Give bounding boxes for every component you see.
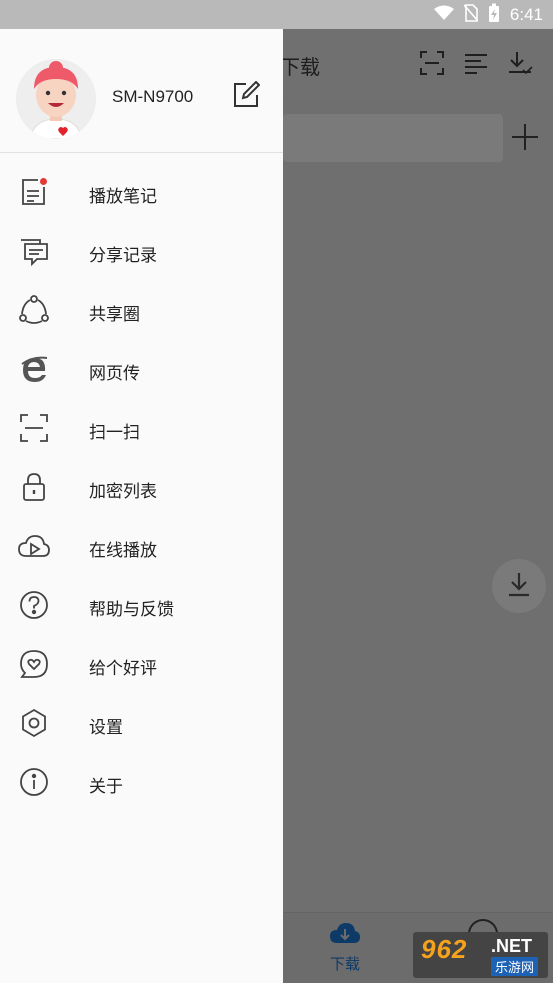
- drawer-header: SM-N9700: [0, 29, 283, 153]
- status-time: 6:41: [509, 5, 543, 24]
- menu-item-label: 给个好评: [89, 659, 157, 679]
- chat-icon: [18, 235, 50, 267]
- cloud-play-icon: [18, 530, 50, 562]
- menu-item-label: 分享记录: [89, 246, 157, 266]
- menu-item-share-history[interactable]: 分享记录: [0, 222, 283, 281]
- lock-icon: [18, 471, 50, 503]
- download-fab[interactable]: [492, 559, 546, 613]
- menu-item-label: 网页传: [89, 364, 140, 384]
- download-icon: [506, 571, 532, 601]
- edit-icon: [232, 80, 261, 113]
- help-icon: [18, 589, 50, 621]
- menu-item-about[interactable]: 关于: [0, 753, 283, 812]
- menu-item-web-transfer[interactable]: 网页传: [0, 340, 283, 399]
- note-icon: [18, 176, 50, 208]
- menu-item-share-circle[interactable]: 共享圈: [0, 281, 283, 340]
- toolbar-title: 下载: [280, 55, 320, 79]
- watermark-brand: 962: [421, 934, 468, 964]
- share-circle-icon: [18, 294, 50, 326]
- menu-item-label: 帮助与反馈: [89, 600, 174, 620]
- drawer-menu: 播放笔记 分享记录 共享圈 网页传 扫一扫 加密列表 在线播放 帮助与反馈 给个…: [0, 163, 283, 812]
- menu-item-label: 关于: [89, 777, 123, 797]
- settings-icon: [18, 707, 50, 739]
- cloud-download-icon: [329, 923, 361, 951]
- nav-download[interactable]: 下载: [320, 921, 370, 974]
- menu-item-label: 播放笔记: [89, 187, 157, 207]
- menu-item-rate-us[interactable]: 给个好评: [0, 635, 283, 694]
- device-name: SM-N9700: [112, 87, 194, 106]
- menu-item-label: 扫一扫: [89, 423, 140, 443]
- watermark-net: .NET: [491, 936, 533, 956]
- status-bar: 6:41: [0, 0, 553, 29]
- menu-item-online-play[interactable]: 在线播放: [0, 517, 283, 576]
- edit-profile-button[interactable]: [230, 80, 262, 113]
- watermark-sub: 乐游网: [491, 957, 539, 976]
- menu-item-play-notes[interactable]: 播放笔记: [0, 163, 283, 222]
- menu-item-settings[interactable]: 设置: [0, 694, 283, 753]
- menu-item-label: 共享圈: [89, 305, 140, 325]
- menu-item-encrypted-list[interactable]: 加密列表: [0, 458, 283, 517]
- menu-item-label: 加密列表: [89, 482, 157, 502]
- nav-download-label: 下载: [329, 955, 360, 973]
- scan-icon: [18, 412, 50, 444]
- menu-item-scan[interactable]: 扫一扫: [0, 399, 283, 458]
- ie-icon: [18, 353, 50, 385]
- sort-icon[interactable]: [463, 50, 489, 80]
- battery-charging-icon: [488, 3, 500, 27]
- avatar[interactable]: [16, 59, 96, 139]
- add-icon[interactable]: [509, 121, 541, 153]
- menu-item-label: 设置: [89, 718, 123, 738]
- search-field[interactable]: [283, 114, 503, 162]
- info-icon: [18, 766, 50, 798]
- menu-item-help-feedback[interactable]: 帮助与反馈: [0, 576, 283, 635]
- watermark-logo: 962 .NET 乐游网: [413, 932, 548, 978]
- heart-bubble-icon: [18, 648, 50, 680]
- wifi-icon: [433, 5, 454, 25]
- scan-icon[interactable]: [419, 50, 445, 80]
- download-manage-icon[interactable]: [507, 50, 533, 80]
- menu-item-label: 在线播放: [89, 541, 157, 561]
- no-sim-icon: [463, 4, 479, 26]
- navigation-drawer: SM-N9700 播放笔记 分享记录 共享圈 网页传 扫一扫 加密列表 在线播放…: [0, 29, 283, 983]
